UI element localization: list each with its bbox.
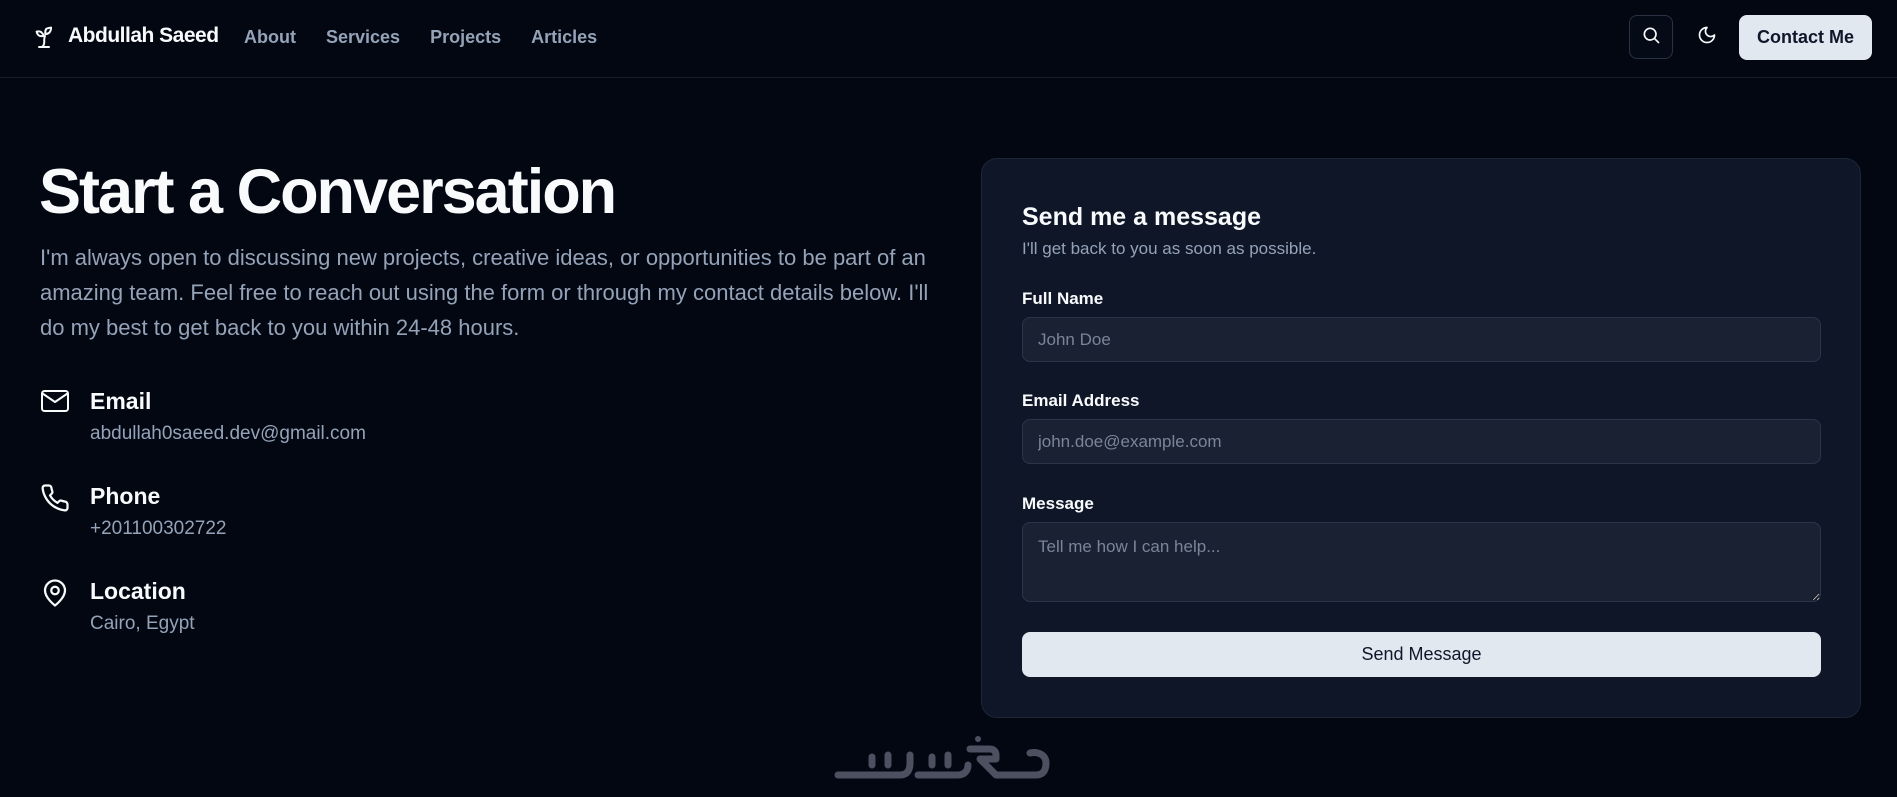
brand-logo-link[interactable]: Abdullah Saeed: [32, 22, 219, 50]
brand-name: Abdullah Saeed: [68, 24, 219, 47]
page-title: Start a Conversation: [39, 157, 617, 227]
search-button[interactable]: [1629, 15, 1673, 59]
contact-form-card: Send me a message I'll get back to you a…: [981, 158, 1861, 718]
phone-icon: [40, 483, 70, 513]
moon-icon: [1697, 25, 1717, 50]
phone-label: Phone: [90, 483, 161, 509]
nav-link-about[interactable]: About: [244, 27, 296, 48]
send-message-button[interactable]: Send Message: [1022, 632, 1821, 677]
form-subtitle: I'll get back to you as soon as possible…: [1022, 239, 1317, 258]
message-label: Message: [1022, 494, 1094, 513]
contact-info-email: Email abdullah0saeed.dev@gmail.com: [40, 386, 366, 446]
phone-value: +201100302722: [90, 518, 227, 539]
contact-me-button[interactable]: Contact Me: [1739, 15, 1872, 60]
search-icon: [1641, 25, 1661, 50]
watermark-logo: [830, 728, 1065, 788]
full-name-label: Full Name: [1022, 289, 1104, 308]
location-label: Location: [90, 578, 186, 604]
sprout-icon: [32, 22, 56, 50]
full-name-input[interactable]: [1022, 317, 1821, 362]
contact-info-location: Location Cairo, Egypt: [40, 576, 195, 636]
top-navbar: Abdullah Saeed About Services Projects A…: [0, 0, 1897, 78]
nav-link-services[interactable]: Services: [326, 27, 400, 48]
mail-icon: [40, 388, 70, 418]
message-textarea[interactable]: [1022, 522, 1821, 602]
location-value: Cairo, Egypt: [90, 613, 195, 634]
email-address-input[interactable]: [1022, 419, 1821, 464]
form-title: Send me a message: [1022, 203, 1262, 231]
intro-text: I'm always open to discussing new projec…: [40, 245, 929, 340]
email-label: Email: [90, 388, 152, 414]
nav-links: About Services Projects Articles: [244, 27, 597, 48]
email-address-label: Email Address: [1022, 391, 1140, 410]
theme-toggle-button[interactable]: [1685, 15, 1729, 59]
map-pin-icon: [40, 578, 70, 608]
email-value: abdullah0saeed.dev@gmail.com: [90, 423, 366, 444]
nav-link-articles[interactable]: Articles: [531, 27, 597, 48]
contact-info-phone: Phone +201100302722: [40, 481, 227, 541]
nav-link-projects[interactable]: Projects: [430, 27, 501, 48]
